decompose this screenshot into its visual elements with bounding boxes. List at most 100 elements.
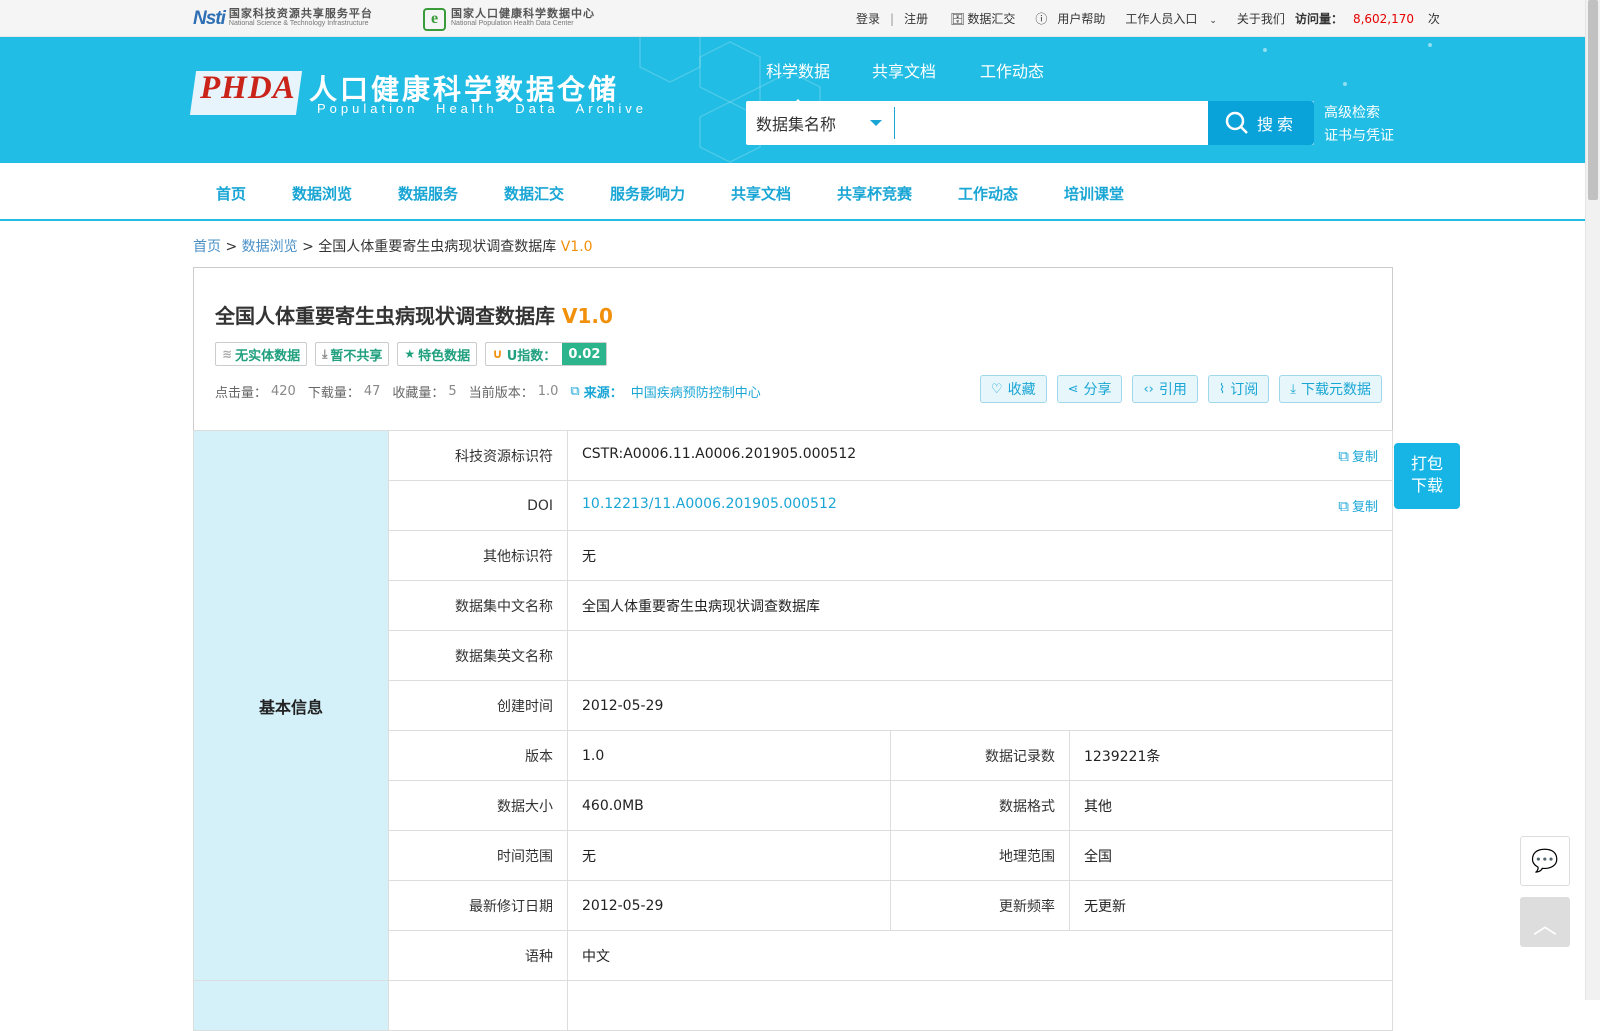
info-table: 基本信息 科技资源标识符 CSTR:A0006.11.A0006.201905.… — [193, 430, 1393, 1031]
section-basic-info: 基本信息 — [193, 430, 389, 981]
nav-home[interactable]: 首页 — [216, 183, 246, 204]
downloads-label: 下载量： — [307, 386, 360, 401]
download-metadata-label: 下载元数据 — [1301, 382, 1371, 398]
advanced-search-link[interactable]: 高级检索 — [1324, 102, 1380, 122]
help-chat-button[interactable]: 💬 — [1520, 836, 1570, 886]
row-label: 时间范围 — [388, 830, 568, 881]
source-label: 来源： — [583, 386, 623, 401]
share-button[interactable]: ⋖ 分享 — [1056, 375, 1123, 403]
chevron-down-icon: ⌄ — [1209, 16, 1217, 26]
row-label: 数据集中文名称 — [388, 580, 568, 631]
breadcrumb-browse[interactable]: 数据浏览 — [242, 239, 298, 255]
tag-no-entity: ≋ 无实体数据 — [215, 342, 308, 366]
register-link[interactable]: 注册 — [904, 10, 928, 27]
row-value: 全国 — [1069, 830, 1393, 881]
caret-down-icon — [870, 120, 882, 132]
row-value: 无 — [567, 530, 1393, 581]
scrollbar-thumb[interactable] — [1588, 0, 1598, 200]
pack-download-line1: 打包 — [1410, 454, 1443, 473]
stack-icon: ≋ — [222, 347, 233, 361]
row-label: 数据格式 — [890, 780, 1070, 831]
data-submit-link[interactable]: 🗄 数据汇交 — [950, 10, 1025, 27]
staff-entry-dropdown[interactable]: 工作人员入口 ⌄ — [1125, 10, 1227, 27]
search-button-label: 搜索 — [1256, 115, 1297, 134]
cite-button[interactable]: ‹› 引用 — [1132, 375, 1198, 403]
row-value: 10.12213/11.A0006.201905.000512 ⧉ 复制 — [567, 480, 1393, 531]
search-type-label: 数据集名称 — [756, 115, 837, 134]
copy-icon: ⧉ — [1338, 446, 1349, 465]
nav-data-submit[interactable]: 数据汇交 — [504, 183, 564, 204]
nphdc-logo[interactable]: e 国家人口健康科学数据中心 National Population Healt… — [423, 7, 595, 31]
back-to-top-button[interactable]: ︿ — [1520, 897, 1570, 947]
nav-data-service[interactable]: 数据服务 — [398, 183, 458, 204]
visit-counter: 访问量： 8,602,170 次 — [1295, 10, 1450, 27]
version-value: 1.0 — [537, 384, 559, 399]
tab-shared-docs[interactable]: 共享文档 — [872, 58, 936, 82]
row-label: 数据记录数 — [890, 730, 1070, 781]
nav-work-news[interactable]: 工作动态 — [958, 183, 1018, 204]
row-value: 全国人体重要寄生虫病现状调查数据库 — [567, 580, 1393, 631]
row-label: 创建时间 — [388, 680, 568, 731]
share-label: 分享 — [1083, 382, 1112, 398]
copy-button[interactable]: ⧉ 复制 — [1338, 496, 1378, 516]
cstr-value: CSTR:A0006.11.A0006.201905.000512 — [582, 446, 857, 462]
row-value: 其他 — [1069, 780, 1393, 831]
version-label: 当前版本： — [468, 386, 534, 401]
login-link[interactable]: 登录 — [856, 10, 880, 27]
download-metadata-button[interactable]: ⤓ 下载元数据 — [1279, 375, 1382, 403]
row-label: 其他标识符 — [388, 530, 568, 581]
tag-featured: ★ 特色数据 — [397, 342, 478, 366]
nav-competition[interactable]: 共享杯竞赛 — [837, 183, 912, 204]
nav-training[interactable]: 培训课堂 — [1064, 183, 1124, 204]
favorite-button[interactable]: ♡ 收藏 — [979, 375, 1047, 403]
cite-label: 引用 — [1158, 382, 1187, 398]
clicks-value: 420 — [271, 384, 296, 399]
u-index-value: 0.02 — [562, 343, 607, 365]
phda-logo[interactable]: PHDA — [200, 70, 296, 107]
chevron-up-icon: ︿ — [1533, 910, 1557, 939]
rss-icon: ⌇ — [1218, 381, 1226, 397]
nav-data-browse[interactable]: 数据浏览 — [292, 183, 352, 204]
page-scrollbar[interactable] — [1585, 0, 1600, 1000]
doi-link[interactable]: 10.12213/11.A0006.201905.000512 — [582, 496, 837, 512]
search-button[interactable]: 搜索 — [1208, 101, 1314, 145]
copy-label: 复制 — [1351, 500, 1378, 515]
favorites-label: 收藏量： — [392, 386, 445, 401]
row-label: 最新修订日期 — [388, 880, 568, 931]
tab-science-data[interactable]: 科学数据 — [766, 58, 830, 106]
nsti-logo[interactable]: Nsti 国家科技资源共享服务平台 National Science & Tec… — [193, 8, 373, 30]
breadcrumb-home[interactable]: 首页 — [193, 239, 221, 255]
dataset-version: V1.0 — [561, 304, 613, 328]
action-buttons: ♡ 收藏 ⋖ 分享 ‹› 引用 ⌇ 订阅 ⤓ 下载元数据 — [970, 375, 1382, 403]
nav-shared-docs[interactable]: 共享文档 — [731, 183, 791, 204]
nsti-logo-mark: Nsti — [193, 8, 226, 29]
pack-download-button[interactable]: 打包 下载 — [1394, 443, 1460, 509]
row-label: 版本 — [388, 730, 568, 781]
star-icon: ★ — [404, 347, 416, 361]
top-bar: Nsti 国家科技资源共享服务平台 National Science & Tec… — [0, 0, 1585, 37]
visit-label: 访问量： — [1294, 12, 1343, 26]
dataset-title-text: 全国人体重要寄生虫病现状调查数据库 — [215, 304, 555, 328]
row-value — [567, 630, 1393, 681]
about-link[interactable]: 关于我们 — [1237, 10, 1285, 27]
subscribe-button[interactable]: ⌇ 订阅 — [1207, 375, 1270, 403]
help-link[interactable]: ⓘ 用户帮助 — [1035, 10, 1115, 27]
row-value: 1239221条 — [1069, 730, 1393, 781]
pack-download-line2: 下载 — [1410, 476, 1443, 495]
row-label: DOI — [388, 480, 568, 531]
nphdc-logo-en: National Population Health Data Center — [451, 20, 574, 27]
code-icon: ‹› — [1143, 381, 1154, 397]
search-input[interactable] — [894, 107, 1204, 139]
search-icon — [1225, 111, 1248, 134]
tag-list: ≋ 无实体数据 ⤓ 暂不共享 ★ 特色数据 ∪ U指数： 0.02 — [215, 342, 608, 366]
share-icon: ⋖ — [1067, 381, 1079, 397]
tab-work-news[interactable]: 工作动态 — [980, 58, 1044, 82]
external-link-icon: ⧉ — [570, 384, 580, 399]
nav-impact[interactable]: 服务影响力 — [610, 183, 685, 204]
copy-button[interactable]: ⧉ 复制 — [1338, 446, 1378, 466]
nphdc-logo-cn: 国家人口健康科学数据中心 — [451, 7, 595, 20]
source-link[interactable]: 中国疾病预防控制中心 — [631, 382, 761, 401]
certificate-link[interactable]: 证书与凭证 — [1324, 125, 1394, 145]
search-type-select[interactable]: 数据集名称 — [746, 101, 892, 145]
chat-question-icon: 💬 — [1531, 848, 1559, 874]
